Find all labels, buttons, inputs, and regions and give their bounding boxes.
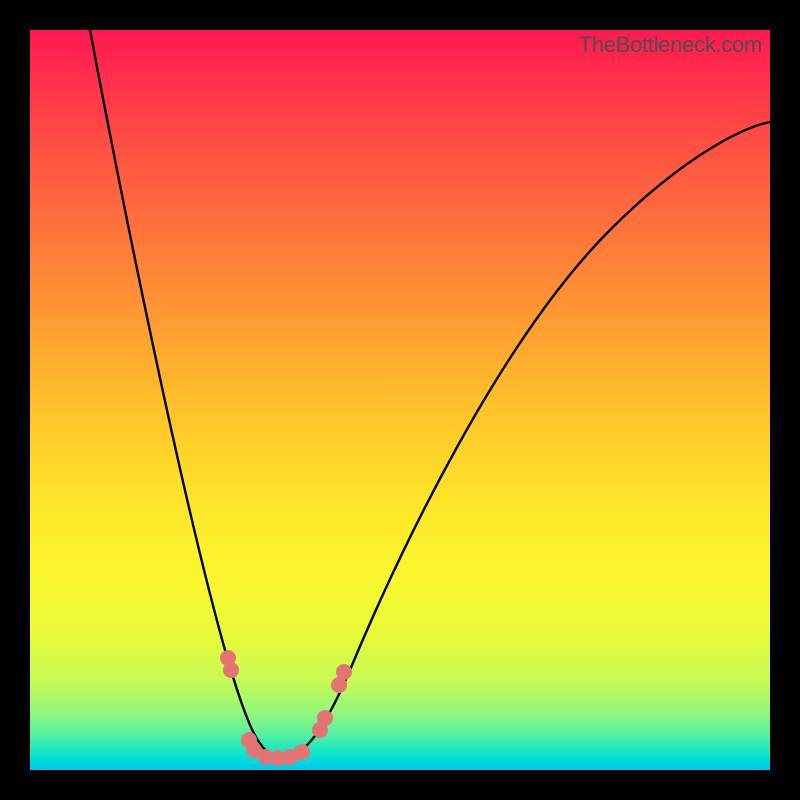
marker-dot [282, 749, 298, 765]
marker-dot [220, 650, 236, 666]
chart-plot-area: TheBottleneck.com [30, 30, 770, 770]
marker-dot [331, 677, 347, 693]
marker-dot [294, 744, 310, 760]
marker-dot [241, 732, 257, 748]
chart-svg [30, 30, 770, 770]
marker-dot [317, 710, 333, 726]
marker-group [220, 650, 352, 766]
marker-dot [312, 722, 328, 738]
marker-dot [246, 742, 262, 758]
marker-dot [258, 749, 274, 765]
marker-dot [336, 664, 352, 680]
bottleneck-curve-path [90, 30, 770, 757]
marker-dot [270, 750, 286, 766]
marker-dot [223, 662, 239, 678]
watermark-text: TheBottleneck.com [579, 32, 762, 58]
